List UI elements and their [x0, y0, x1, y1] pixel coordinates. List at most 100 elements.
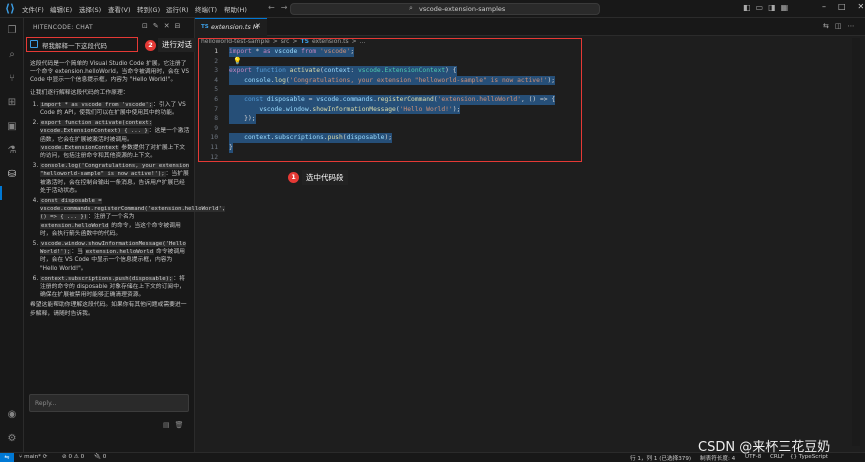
chat-panel-actions[interactable]: ⊡✎✕⊟ [142, 22, 185, 30]
line-number: 5 [214, 86, 218, 94]
code-line-content: import * as vscode from 'vscode'; [229, 47, 355, 57]
line-number: 6 [214, 95, 218, 103]
chat-response: 这段代码是一个简单的 Visual Studio Code 扩展，它注册了一个命… [30, 60, 226, 322]
tab-label: extension.ts M [211, 23, 259, 31]
list-item-text: ：注册了一个名为 [88, 214, 135, 221]
code-line[interactable]: 1 import * as vscode from 'vscode'; [200, 47, 580, 57]
line-number: 7 [214, 105, 218, 113]
menu-run[interactable]: 运行(R) [166, 4, 189, 14]
code-line[interactable]: 9 [200, 124, 580, 134]
code-line[interactable]: 2 💡 [200, 57, 580, 67]
command-center-text: vscode-extension-samples [419, 5, 506, 13]
list-item: const disposable = vscode.commands.regis… [40, 197, 226, 238]
line-number: 9 [214, 124, 218, 132]
reply-placeholder: Reply... [35, 400, 57, 407]
code-line[interactable]: 12 [200, 153, 580, 163]
user-message: 帮我解释一下这段代码 [26, 37, 138, 52]
typescript-file-icon: TS [201, 24, 209, 30]
response-lead: 让我们逐行解释这段代码的工作原理： [30, 89, 129, 96]
response-list: import * as vscode from 'vscode';：引入了 VS… [30, 101, 226, 300]
active-indicator [0, 186, 2, 200]
list-item: context.subscriptions.push(disposable);：… [40, 275, 190, 300]
list-item-text: ：当 [71, 249, 85, 256]
ports-indicator[interactable]: 🔌 0 [94, 454, 106, 460]
lightbulb-icon[interactable]: 💡 [233, 57, 242, 67]
code-line-content: }); [229, 114, 256, 124]
command-center-search[interactable]: ⌕ vscode-extension-samples [290, 3, 600, 15]
extensions-icon[interactable]: ⊞ [5, 96, 19, 110]
inline-code: context.subscriptions.push(disposable); [40, 275, 174, 282]
line-number: 1 [214, 48, 218, 55]
annotation-1-badge: 1 [288, 172, 299, 183]
line-number: 2 [214, 57, 218, 65]
annotation-1-label: 选中代码段 [302, 170, 348, 185]
user-message-icon [30, 40, 38, 48]
line-number: 12 [210, 153, 218, 161]
watermark-text: CSDN @来杯三花豆奶 [698, 440, 831, 455]
vscode-logo-icon: ⟨⟩ [5, 2, 16, 15]
line-number: 11 [210, 143, 218, 151]
reply-input[interactable]: Reply... [29, 394, 189, 412]
chat-panel-title: HITENCODE: CHAT [33, 24, 93, 31]
inline-code: extension.helloWorld [40, 222, 110, 229]
list-item: vscode.window.showInformationMessage('He… [40, 240, 190, 273]
source-control-icon[interactable]: ⑂ [5, 72, 19, 86]
list-item: console.log('Congratulations, your exten… [40, 162, 190, 195]
remote-explorer-icon[interactable]: ▣ [5, 120, 19, 134]
code-line[interactable]: 11} [200, 142, 580, 153]
reply-actions[interactable]: ▤🗑 [163, 421, 189, 429]
line-number: 8 [214, 115, 218, 123]
search-icon[interactable]: ⌕ [5, 48, 19, 62]
chat-icon[interactable]: ⛁ [5, 168, 19, 182]
code-editor[interactable]: 1 import * as vscode from 'vscode'; 2 💡 3 exp… [200, 47, 580, 162]
editor-actions[interactable]: ⇆◫⋯ [823, 22, 860, 30]
minimap[interactable] [852, 38, 860, 446]
tab-extension-ts[interactable]: TS extension.ts M ✕ [195, 18, 267, 36]
response-outro: 希望这能帮助你理解这段代码。如果你有其他问题或需要进一步解释，请随时告诉我。 [30, 302, 187, 317]
line-number: 4 [214, 76, 218, 84]
chat-panel: HITENCODE: CHAT ⊡✎✕⊟ 帮我解释一下这段代码 2 进行对话 这… [24, 18, 226, 452]
cursor-position[interactable]: 行 1，列 1 (已选择379) [630, 454, 691, 462]
problems-indicator[interactable]: ⊘ 0 ⚠ 0 [62, 454, 84, 460]
menu-selection[interactable]: 选择(S) [79, 4, 101, 14]
response-intro: 这段代码是一个简单的 Visual Studio Code 扩展，它注册了一个命… [30, 61, 190, 84]
branch-indicator[interactable]: ⑂ main* ⟳ [19, 454, 47, 460]
user-message-text: 帮我解释一下这段代码 [42, 42, 107, 50]
code-line-content: export function activate(context: vscode… [229, 66, 457, 76]
annotation-2-label: 进行对话 [158, 38, 196, 52]
explorer-icon[interactable]: ❐ [5, 24, 19, 38]
code-line[interactable]: 5 [200, 85, 580, 95]
inline-code: vscode.ExtensionContext [40, 144, 120, 151]
code-line[interactable]: 6 const disposable = vscode.commands.reg… [200, 94, 580, 105]
menu-terminal[interactable]: 终端(T) [195, 4, 217, 14]
menu-file[interactable]: 文件(F) [22, 4, 44, 14]
code-line[interactable]: 10 context.subscriptions.push(disposable… [200, 133, 580, 143]
menu-edit[interactable]: 编辑(E) [50, 4, 72, 14]
window-controls[interactable]: –□✕ [822, 2, 865, 11]
code-line[interactable]: 3 export function activate(context: vscod… [200, 66, 580, 76]
code-line-content: const disposable = vscode.commands.regis… [229, 94, 556, 105]
inline-code: extension.helloWorld [84, 249, 155, 256]
menu-view[interactable]: 查看(V) [108, 4, 131, 14]
settings-gear-icon[interactable]: ⚙ [5, 432, 19, 446]
menu-goto[interactable]: 转到(G) [137, 4, 160, 14]
code-line-content: console.log('Congratulations, your exten… [229, 75, 556, 86]
inline-code: export function activate(context: vscode… [40, 120, 153, 135]
code-line[interactable]: 4 console.log('Congratulations, your ext… [200, 75, 580, 86]
indentation[interactable]: 制表符长度: 4 [700, 454, 735, 462]
title-bar: ⟨⟩ 文件(F) 编辑(E) 选择(S) 查看(V) 转到(G) 运行(R) 终… [0, 0, 865, 18]
testing-icon[interactable]: ⚗ [5, 144, 19, 158]
inline-code: import * as vscode from 'vscode'; [40, 101, 154, 108]
menu-help[interactable]: 帮助(H) [224, 4, 247, 14]
activity-bar: ❐ ⌕ ⑂ ⊞ ▣ ⚗ ⛁ ◉ ⚙ [0, 18, 24, 452]
close-icon[interactable]: ✕ [255, 22, 261, 30]
code-line[interactable]: 8 }); [200, 114, 580, 124]
editor-tab-bar: TS extension.ts M ✕ ⇆◫⋯ [195, 18, 865, 36]
code-line[interactable]: 7 vscode.window.showInformationMessage('… [200, 104, 580, 115]
account-icon[interactable]: ◉ [5, 408, 19, 422]
list-item: export function activate(context: vscode… [40, 119, 190, 160]
layout-toggle-icons[interactable]: ◧▭◨▦ [743, 3, 793, 12]
remote-indicator[interactable]: ⇋ [0, 453, 14, 462]
code-line-content: vscode.window.showInformationMessage('He… [229, 104, 461, 115]
code-line-content: } [229, 142, 233, 153]
